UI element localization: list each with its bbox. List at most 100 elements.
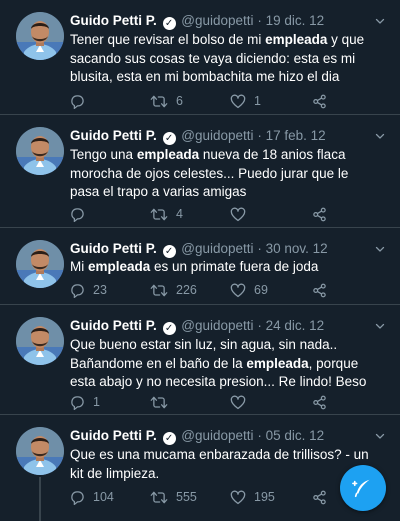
retweet-button[interactable]: 4: [150, 205, 183, 223]
verified-badge-icon: ✓: [162, 245, 176, 258]
tweet-text: Mi empleada es un primate fuera de joda: [70, 258, 378, 277]
reply-button[interactable]: [70, 205, 93, 223]
like-button[interactable]: 195: [230, 488, 275, 506]
tweet-actions: 4: [70, 205, 370, 223]
tweet-actions: 23 226 69: [70, 281, 370, 299]
user-handle[interactable]: @guidopetti: [181, 241, 253, 256]
reply-icon: [71, 395, 84, 410]
share-button[interactable]: [312, 393, 327, 411]
compose-tweet-button[interactable]: [340, 465, 386, 511]
retweet-button[interactable]: [150, 393, 176, 411]
tweet-text: Que es una mucama enbarazada de trilliso…: [70, 446, 378, 483]
reply-count: 104: [93, 490, 114, 504]
tweet[interactable]: Guido Petti P. ✓ @guidopetti · 30 nov. 1…: [0, 228, 400, 305]
user-handle[interactable]: @guidopetti: [181, 128, 253, 143]
share-button[interactable]: [312, 205, 327, 223]
user-name[interactable]: Guido Petti P.: [70, 241, 157, 256]
reply-button[interactable]: 1: [70, 393, 100, 411]
share-button[interactable]: [312, 281, 327, 299]
like-button[interactable]: [230, 205, 254, 223]
retweet-count: 226: [176, 283, 197, 297]
tweet[interactable]: Guido Petti P. ✓ @guidopetti · 05 dic. 1…: [0, 415, 400, 521]
share-icon: [313, 283, 326, 297]
tweet-text-part: Que es una mucama enbarazada de trilliso…: [70, 447, 369, 481]
retweet-button[interactable]: 555: [150, 488, 197, 506]
chevron-down-icon[interactable]: [374, 319, 386, 331]
user-name[interactable]: Guido Petti P.: [70, 428, 157, 443]
reply-count: 1: [93, 395, 100, 409]
verified-badge-icon: ✓: [162, 322, 176, 335]
reply-button[interactable]: [70, 92, 93, 110]
like-count: 195: [254, 490, 275, 504]
chevron-down-icon[interactable]: [374, 14, 386, 26]
tweet[interactable]: Guido Petti P. ✓ @guidopetti · 19 dic. 1…: [0, 0, 400, 115]
heart-icon: [230, 94, 246, 108]
like-count: 69: [254, 283, 268, 297]
share-button[interactable]: [312, 92, 327, 110]
avatar[interactable]: [16, 317, 64, 365]
retweet-icon: [150, 491, 168, 503]
user-name[interactable]: Guido Petti P.: [70, 128, 157, 143]
retweet-icon: [150, 208, 168, 220]
chevron-down-icon[interactable]: [374, 429, 386, 441]
avatar[interactable]: [16, 427, 64, 475]
retweet-icon: [150, 396, 168, 408]
user-name[interactable]: Guido Petti P.: [70, 318, 157, 333]
verified-badge-icon: ✓: [162, 132, 176, 145]
tweet-text-highlight: empleada: [246, 355, 309, 371]
retweet-icon: [150, 284, 168, 296]
retweet-button[interactable]: 226: [150, 281, 197, 299]
separator: ·: [257, 13, 262, 28]
share-icon: [313, 490, 326, 504]
user-handle[interactable]: @guidopetti: [181, 428, 253, 443]
tweet-date[interactable]: 17 feb. 12: [266, 128, 326, 143]
chevron-down-icon[interactable]: [374, 242, 386, 254]
retweet-button[interactable]: 6: [150, 92, 183, 110]
tweet-date[interactable]: 24 dic. 12: [266, 318, 325, 333]
reply-icon: [71, 207, 84, 222]
chevron-down-icon[interactable]: [374, 129, 386, 141]
separator: ·: [257, 428, 262, 443]
tweet-text: Que bueno estar sin luz, sin agua, sin n…: [70, 336, 378, 392]
tweet-header: Guido Petti P. ✓ @guidopetti · 30 nov. 1…: [70, 240, 374, 258]
reply-icon: [71, 283, 84, 298]
tweet-text-part: Tener que revisar el bolso de mi: [70, 32, 266, 47]
avatar[interactable]: [16, 127, 64, 175]
tweet-date[interactable]: 19 dic. 12: [266, 13, 325, 28]
like-button[interactable]: [230, 393, 254, 411]
retweet-count: 6: [176, 94, 183, 108]
tweet-actions: 6 1: [70, 92, 370, 110]
tweet-text-highlight: empleada: [136, 147, 200, 162]
reply-button[interactable]: 104: [70, 488, 114, 506]
heart-icon: [230, 207, 246, 221]
tweet-header: Guido Petti P. ✓ @guidopetti · 24 dic. 1…: [70, 317, 374, 335]
tweet-actions: 1: [70, 393, 370, 411]
compose-tweet-icon: [352, 479, 370, 498]
share-icon: [313, 94, 326, 108]
reply-icon: [71, 94, 84, 109]
reply-button[interactable]: 23: [70, 281, 107, 299]
tweet-date[interactable]: 30 nov. 12: [266, 241, 328, 256]
avatar[interactable]: [16, 240, 64, 288]
tweet-text-part: Mi: [70, 259, 88, 274]
tweet-text: Tener que revisar el bolso de mi emplead…: [70, 31, 378, 87]
share-button[interactable]: [312, 488, 327, 506]
tweet-header: Guido Petti P. ✓ @guidopetti · 19 dic. 1…: [70, 12, 374, 30]
tweet-date[interactable]: 05 dic. 12: [266, 428, 325, 443]
share-icon: [313, 207, 326, 221]
tweet-text-part: es un primate fuera de joda: [150, 259, 319, 274]
separator: ·: [257, 241, 262, 256]
user-handle[interactable]: @guidopetti: [181, 13, 253, 28]
user-name[interactable]: Guido Petti P.: [70, 13, 157, 28]
reply-icon: [71, 490, 84, 505]
tweet-text-highlight: empleada: [265, 32, 328, 47]
verified-badge-icon: ✓: [162, 17, 176, 30]
tweet[interactable]: Guido Petti P. ✓ @guidopetti · 17 feb. 1…: [0, 115, 400, 228]
user-handle[interactable]: @guidopetti: [181, 318, 253, 333]
avatar[interactable]: [16, 12, 64, 60]
tweet[interactable]: Guido Petti P. ✓ @guidopetti · 24 dic. 1…: [0, 305, 400, 415]
like-button[interactable]: 69: [230, 281, 268, 299]
verified-badge-icon: ✓: [162, 432, 176, 445]
like-button[interactable]: 1: [230, 92, 261, 110]
heart-icon: [230, 283, 246, 297]
